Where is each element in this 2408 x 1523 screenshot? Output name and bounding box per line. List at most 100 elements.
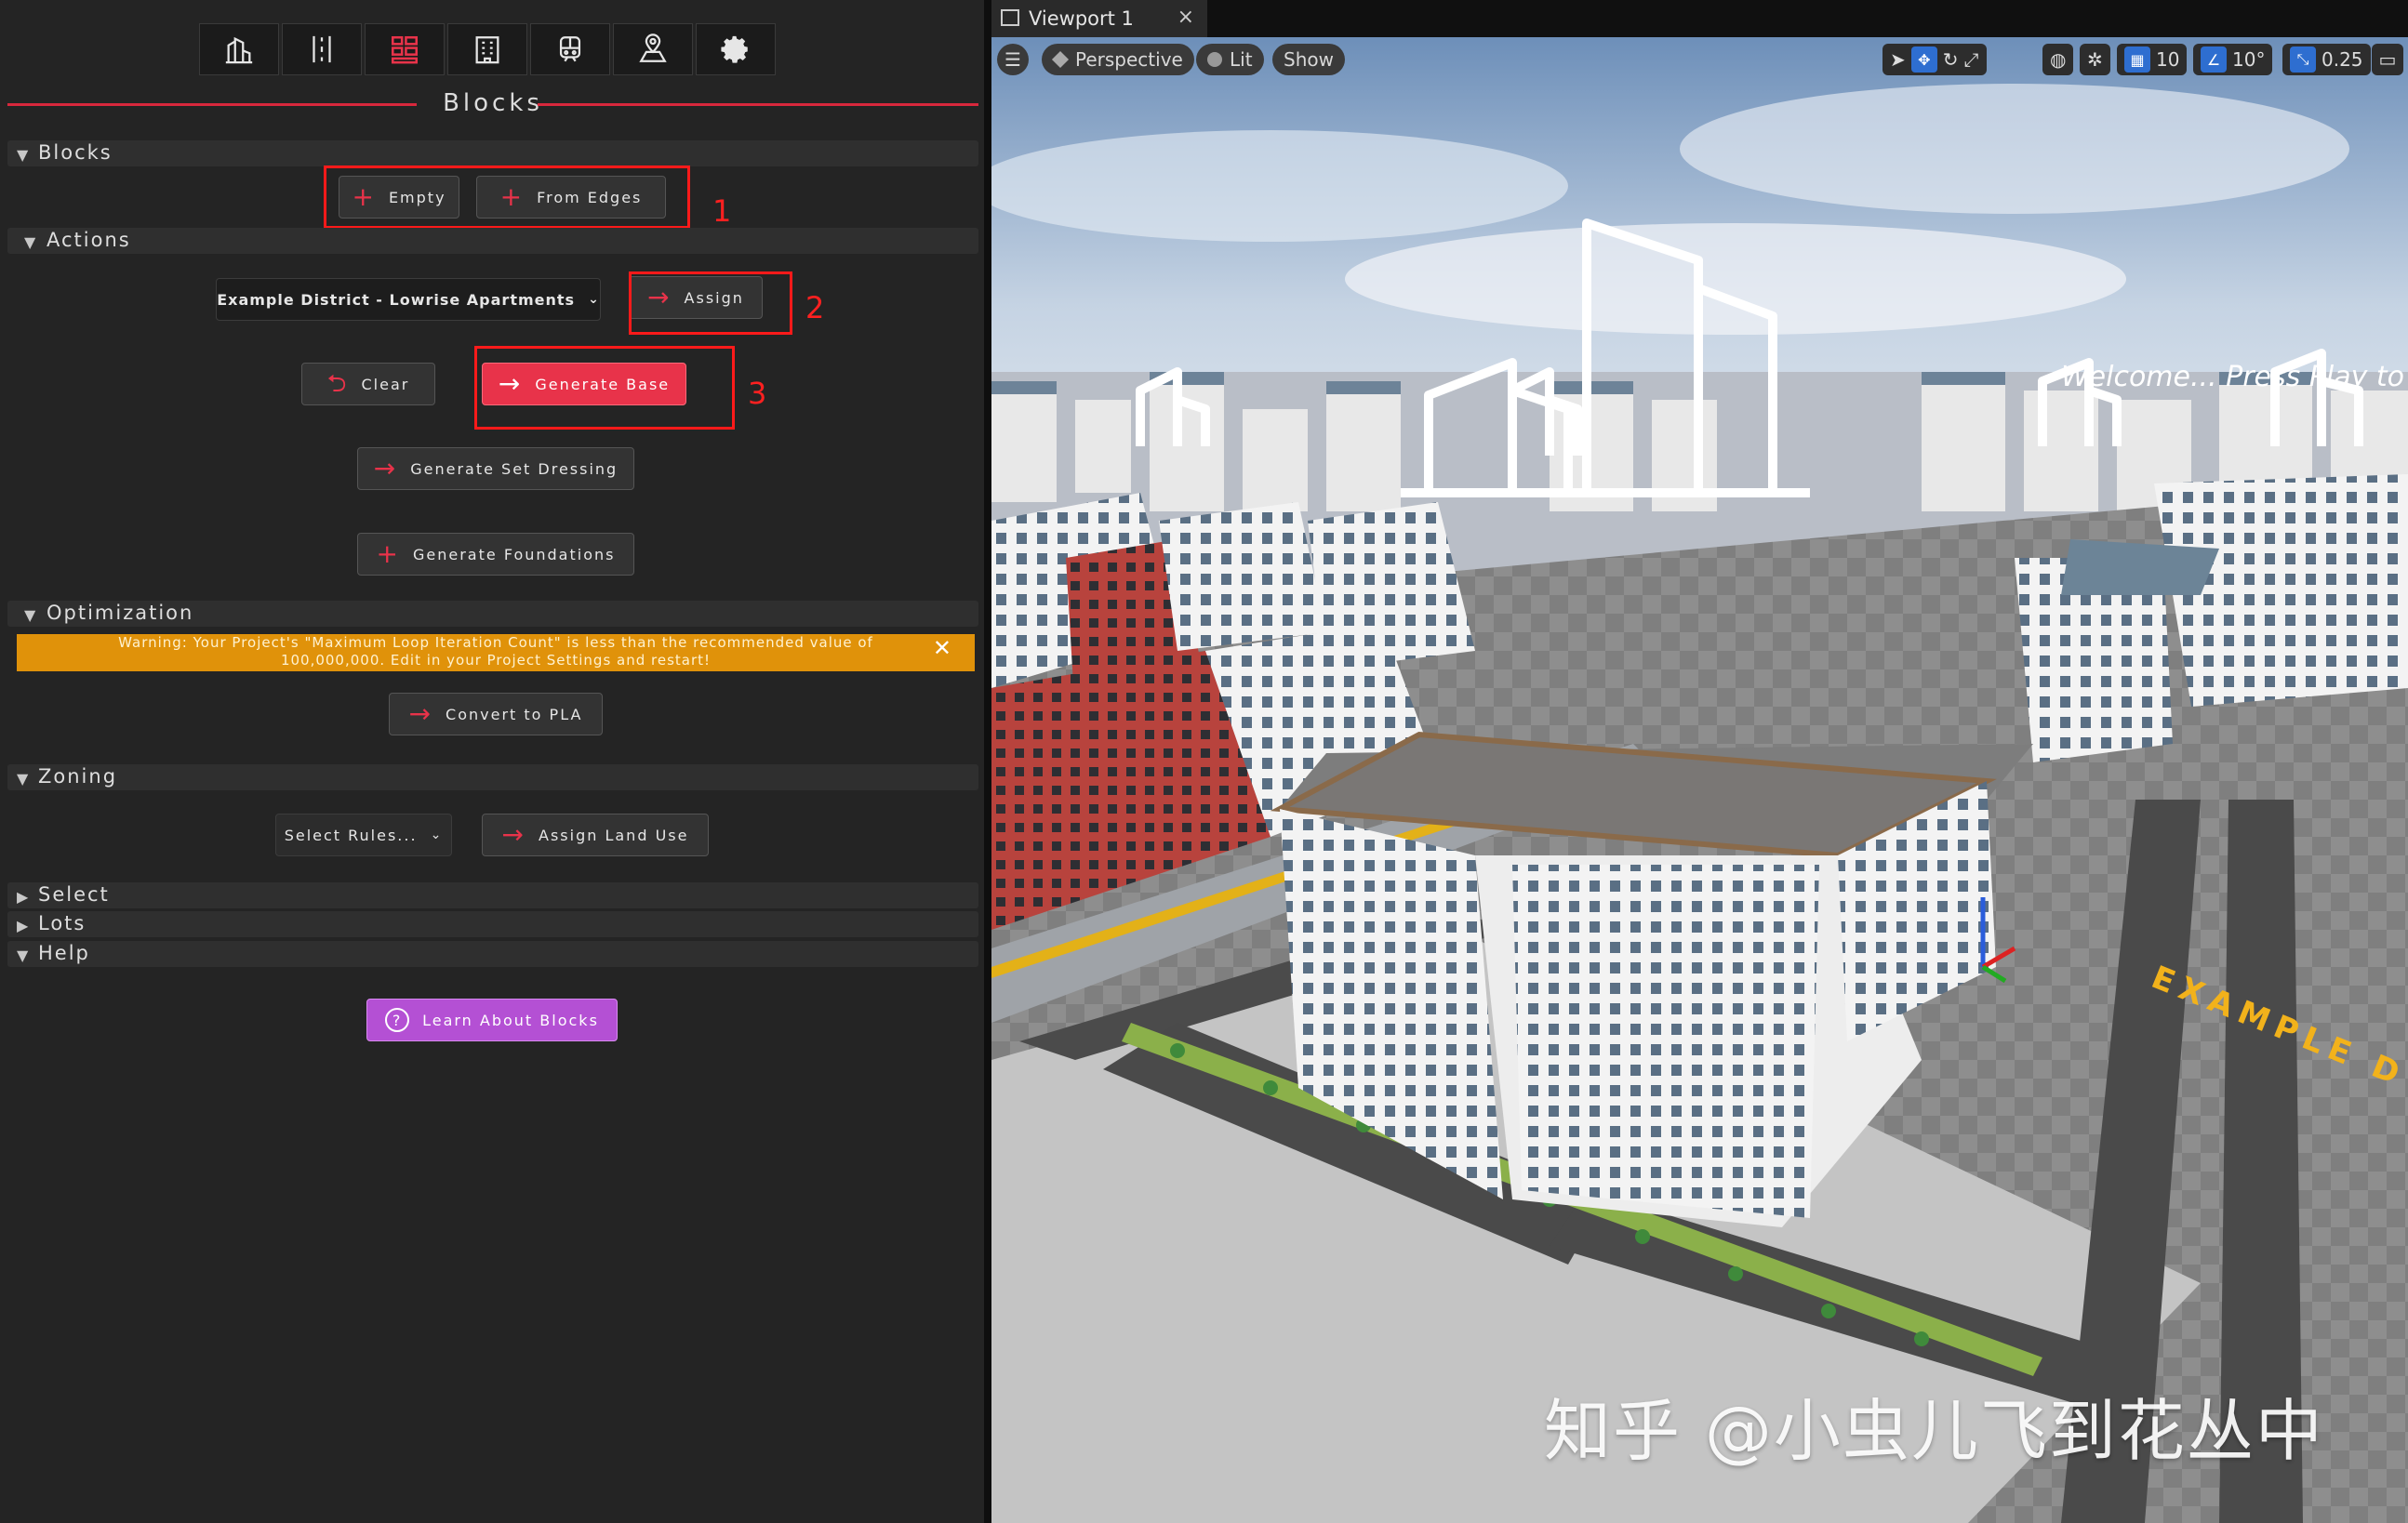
- select-arrow-icon[interactable]: ➤: [1890, 48, 1906, 71]
- help-icon: ?: [385, 1008, 410, 1032]
- section-label: Help: [38, 942, 90, 964]
- annotation-number-2: 2: [805, 290, 825, 325]
- rotation-snap-control[interactable]: ∠ 10°: [2193, 44, 2273, 75]
- camera-speed-button[interactable]: ▭: [2372, 44, 2403, 75]
- button-label: Generate Foundations: [413, 545, 616, 563]
- surface-snap-toggle[interactable]: ✲: [2080, 44, 2110, 75]
- rotation-snap-value: 10°: [2232, 48, 2266, 71]
- world-local-toggle[interactable]: ◍: [2042, 44, 2074, 75]
- building-tool-button[interactable]: [447, 23, 527, 75]
- section-label: Lots: [38, 912, 86, 934]
- annotation-box-3: [474, 346, 735, 430]
- section-optimization[interactable]: ▼ Optimization: [7, 601, 978, 627]
- annotation-number-1: 1: [712, 193, 732, 229]
- tab-viewport-1[interactable]: Viewport 1 ×: [991, 0, 1207, 37]
- undo-icon: ⮌: [326, 370, 349, 398]
- camera-icon: ▭: [2378, 48, 2397, 71]
- cube-icon: [1051, 50, 1070, 69]
- scale-icon[interactable]: ⤢: [1964, 48, 1979, 71]
- select-rules-dropdown[interactable]: Select Rules... ⌄: [275, 814, 452, 856]
- dropdown-value: Example District - Lowrise Apartments: [217, 290, 576, 309]
- panel-splitter[interactable]: [984, 0, 991, 1523]
- buildings-tool-button[interactable]: [199, 23, 279, 75]
- map-tool-button[interactable]: [613, 23, 693, 75]
- generate-set-dressing-button[interactable]: → Generate Set Dressing: [357, 447, 634, 490]
- watermark: 知乎 @小虫儿飞到花丛中: [1544, 1392, 2324, 1470]
- welcome-banner: Welcome... Press Play to begin the walkt…: [2061, 361, 2408, 393]
- assign-land-use-button[interactable]: → Assign Land Use: [482, 814, 709, 856]
- warning-text-line2: 100,000,000. Edit in your Project Settin…: [280, 652, 712, 669]
- loop-iteration-warning: Warning: Your Project's "Maximum Loop It…: [17, 634, 975, 671]
- grid-snap-value: 10: [2156, 48, 2180, 71]
- show-button[interactable]: Show: [1272, 44, 1345, 75]
- district-dropdown[interactable]: Example District - Lowrise Apartments ⌄: [216, 278, 601, 321]
- viewport-icon: [1001, 9, 1019, 26]
- roads-tool-button[interactable]: [282, 23, 362, 75]
- tool-toolbar: [199, 23, 776, 75]
- viewport-menu-button[interactable]: ☰: [997, 44, 1029, 75]
- rotate-icon[interactable]: ↻: [1943, 48, 1959, 71]
- button-label: Clear: [361, 375, 410, 393]
- blocks-tool-button[interactable]: [365, 23, 445, 75]
- surface-snap-icon: ✲: [2087, 48, 2103, 71]
- section-lots[interactable]: ▶ Lots: [7, 911, 978, 937]
- clear-button[interactable]: ⮌ Clear: [301, 363, 435, 405]
- section-select[interactable]: ▶ Select: [7, 882, 978, 908]
- section-label: Select: [38, 883, 110, 906]
- lit-sphere-icon: [1207, 52, 1222, 67]
- chevron-down-icon: ⌄: [588, 292, 600, 307]
- buildings-icon: [225, 36, 253, 64]
- grid-snap-control[interactable]: ▦ 10: [2117, 44, 2188, 75]
- perspective-button[interactable]: Perspective: [1042, 44, 1194, 75]
- transform-tools: ➤ ✥ ↻ ⤢: [1882, 44, 1987, 75]
- expand-arrow-icon: ▼: [17, 146, 29, 164]
- map-icon: [639, 33, 667, 62]
- close-icon[interactable]: ×: [1177, 6, 1194, 29]
- scale-snap-control[interactable]: ⤡ 0.25: [2282, 44, 2371, 75]
- section-label: Optimization: [47, 602, 194, 624]
- blocks-icon: [391, 35, 419, 64]
- arrow-right-icon: →: [373, 453, 398, 483]
- warning-text-line1: Warning: Your Project's "Maximum Loop It…: [118, 634, 873, 651]
- annotation-box-1: [324, 166, 690, 229]
- lit-button[interactable]: Lit: [1196, 44, 1264, 75]
- section-zoning[interactable]: ▼ Zoning: [7, 764, 978, 790]
- button-label: Assign Land Use: [539, 826, 689, 844]
- expand-arrow-icon: ▶: [17, 917, 29, 934]
- expand-arrow-icon: ▼: [24, 233, 36, 251]
- 3d-scene[interactable]: Welcome... Press Play to begin the walkt…: [991, 37, 2408, 1523]
- settings-tool-button[interactable]: [696, 23, 776, 75]
- grid-icon: ▦: [2124, 46, 2150, 73]
- tab-title: Viewport 1: [1029, 7, 1134, 30]
- expand-arrow-icon: ▼: [24, 606, 36, 624]
- arrow-right-icon: →: [501, 819, 526, 850]
- translate-icon[interactable]: ✥: [1910, 46, 1937, 73]
- section-actions[interactable]: ▼ Actions: [7, 228, 978, 254]
- scale-snap-icon: ⤡: [2290, 46, 2316, 73]
- annotation-box-2: [629, 271, 792, 335]
- angle-icon: ∠: [2201, 46, 2227, 73]
- section-label: Actions: [47, 229, 131, 251]
- close-icon[interactable]: ✕: [933, 637, 952, 659]
- section-blocks[interactable]: ▼ Blocks: [7, 140, 978, 166]
- perspective-label: Perspective: [1075, 48, 1183, 71]
- lit-label: Lit: [1230, 48, 1253, 71]
- expand-arrow-icon: ▶: [17, 888, 29, 906]
- panel-header: Blocks: [7, 89, 978, 117]
- transit-tool-button[interactable]: [530, 23, 610, 75]
- arrow-right-icon: →: [408, 698, 433, 729]
- section-help[interactable]: ▼ Help: [7, 941, 978, 967]
- building-icon: [475, 36, 499, 64]
- transit-icon: [559, 36, 581, 62]
- convert-to-pla-button[interactable]: → Convert to PLA: [389, 693, 603, 735]
- expand-arrow-icon: ▼: [17, 770, 29, 788]
- viewport-panel: Viewport 1 × Welcome... Press Play to EX…: [991, 0, 2408, 1523]
- blocks-panel: Blocks ▼ Blocks + Empty + From Edges 1 ▼…: [0, 0, 984, 1523]
- generate-foundations-button[interactable]: + Generate Foundations: [357, 533, 634, 576]
- section-label: Zoning: [38, 765, 118, 788]
- plus-icon: +: [376, 538, 400, 569]
- chevron-down-icon: ⌄: [430, 828, 444, 842]
- learn-about-blocks-button[interactable]: ? Learn About Blocks: [366, 999, 618, 1041]
- scale-snap-value: 0.25: [2322, 48, 2363, 71]
- button-label: Learn About Blocks: [422, 1011, 599, 1029]
